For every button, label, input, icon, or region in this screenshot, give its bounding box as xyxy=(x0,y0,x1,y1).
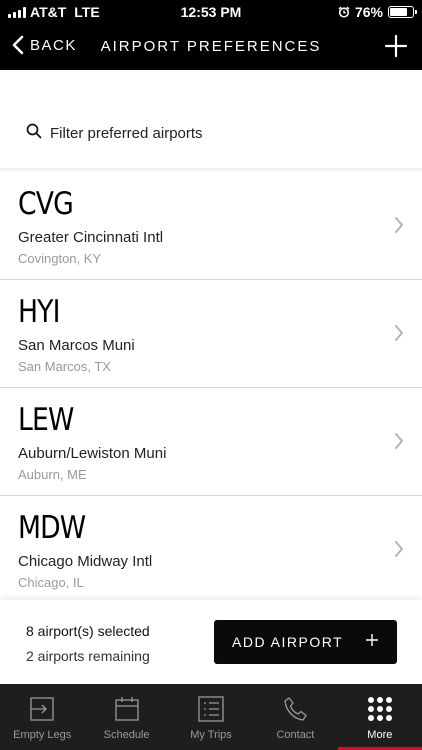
list-icon xyxy=(198,696,224,722)
airport-list: CVG Greater Cincinnati Intl Covington, K… xyxy=(0,172,422,600)
airport-name: San Marcos Muni xyxy=(18,337,135,354)
tab-empty-legs[interactable]: Empty Legs xyxy=(0,684,84,750)
airport-code: LEW xyxy=(18,402,74,438)
status-bar: AT&T LTE 12:53 PM 76% xyxy=(0,0,422,24)
selected-count: 8 airport(s) selected xyxy=(26,623,150,639)
grid-icon xyxy=(367,697,392,721)
filter-input[interactable] xyxy=(50,119,390,147)
tab-my-trips[interactable]: My Trips xyxy=(169,684,253,750)
airport-item-mdw[interactable]: MDW Chicago Midway Intl Chicago, IL xyxy=(0,496,422,600)
phone-icon xyxy=(284,697,308,721)
tab-contact[interactable]: Contact xyxy=(253,684,337,750)
remaining-count: 2 airports remaining xyxy=(26,648,150,664)
tab-label: Schedule xyxy=(103,729,150,741)
airport-city: Chicago, IL xyxy=(18,575,84,590)
selection-footer: 8 airport(s) selected 2 airports remaini… xyxy=(0,600,422,684)
page-title: AIRPORT PREFERENCES xyxy=(100,38,322,55)
battery-level xyxy=(390,8,407,16)
filter-bar xyxy=(0,104,422,162)
airport-code: CVG xyxy=(18,186,74,222)
airport-item-lew[interactable]: LEW Auburn/Lewiston Muni Auburn, ME xyxy=(0,388,422,496)
tab-schedule[interactable]: Schedule xyxy=(84,684,168,750)
add-airport-label: ADD AIRPORT xyxy=(232,634,344,650)
export-icon xyxy=(30,697,54,721)
airport-city: Covington, KY xyxy=(18,251,102,266)
airport-city: Auburn, ME xyxy=(18,467,87,482)
search-icon xyxy=(26,123,42,139)
nav-bar: BACK AIRPORT PREFERENCES xyxy=(0,24,422,70)
plus-icon xyxy=(366,634,378,646)
tab-label: Empty Legs xyxy=(13,729,72,741)
chevron-right-icon xyxy=(395,433,403,449)
airport-item-hyi[interactable]: HYI San Marcos Muni San Marcos, TX xyxy=(0,280,422,388)
chevron-right-icon xyxy=(395,325,403,341)
status-right: 76% xyxy=(338,4,417,20)
battery-icon xyxy=(388,6,417,18)
airport-city: San Marcos, TX xyxy=(18,359,111,374)
plus-icon[interactable] xyxy=(384,34,408,58)
airport-name: Greater Cincinnati Intl xyxy=(18,229,164,246)
airport-name: Chicago Midway Intl xyxy=(18,553,153,570)
add-airport-button[interactable]: ADD AIRPORT xyxy=(214,620,397,664)
airport-name: Auburn/Lewiston Muni xyxy=(18,445,167,462)
chevron-right-icon xyxy=(395,217,403,233)
tab-label: Contact xyxy=(276,729,315,741)
tab-label: More xyxy=(367,729,393,741)
airport-item-cvg[interactable]: CVG Greater Cincinnati Intl Covington, K… xyxy=(0,172,422,280)
alarm-icon xyxy=(338,6,350,18)
tab-label: My Trips xyxy=(190,729,232,741)
airport-code: HYI xyxy=(18,294,60,330)
tab-more[interactable]: More xyxy=(337,684,422,750)
calendar-icon xyxy=(114,697,139,721)
battery-percent: 76% xyxy=(354,4,383,20)
airport-code: MDW xyxy=(18,510,86,546)
chevron-right-icon xyxy=(395,541,403,557)
tab-bar: Empty Legs Schedule My Trips Contact Mor… xyxy=(0,684,422,750)
